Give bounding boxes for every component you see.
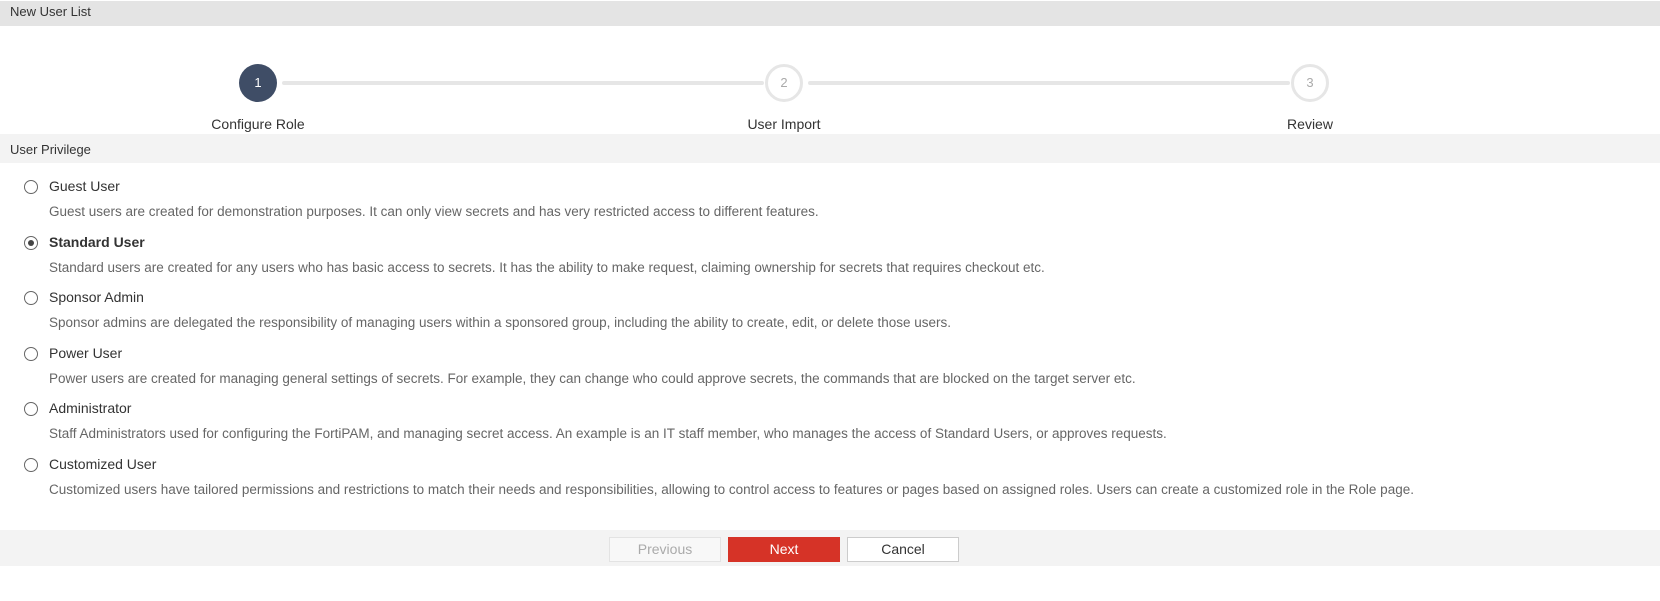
option-description: Customized users have tailored permissio… [49, 482, 1414, 497]
radio-button[interactable] [24, 458, 38, 472]
step-3-circle: 3 [1291, 64, 1329, 102]
option-label[interactable]: Standard User [49, 234, 145, 250]
next-button[interactable]: Next [728, 537, 840, 562]
radio-button[interactable] [24, 180, 38, 194]
step-2-label: User Import [747, 116, 821, 132]
step-connector [808, 81, 1290, 85]
radio-button[interactable] [24, 347, 38, 361]
option-description: Sponsor admins are delegated the respons… [49, 315, 952, 330]
option-description: Power users are created for managing gen… [49, 371, 1136, 386]
previous-button[interactable]: Previous [609, 537, 721, 562]
step-1-circle: 1 [239, 64, 277, 102]
option-label[interactable]: Power User [49, 345, 122, 361]
step-connector [282, 81, 764, 85]
page-title: New User List [0, 1, 1660, 26]
radio-button[interactable] [24, 402, 38, 416]
radio-button[interactable] [24, 236, 38, 250]
section-header: User Privilege [0, 134, 1660, 163]
step-2-circle: 2 [765, 64, 803, 102]
option-description: Standard users are created for any users… [49, 260, 1045, 275]
option-description: Staff Administrators used for configurin… [49, 426, 1167, 441]
option-label[interactable]: Guest User [49, 178, 120, 194]
wizard-steps: 1 2 3 Configure Role User Import Review [0, 26, 1660, 134]
radio-button[interactable] [24, 291, 38, 305]
option-description: Guest users are created for demonstratio… [49, 204, 819, 219]
cancel-button[interactable]: Cancel [847, 537, 959, 562]
step-3-label: Review [1287, 116, 1333, 132]
option-label[interactable]: Administrator [49, 400, 131, 416]
step-1-label: Configure Role [211, 116, 305, 132]
option-label[interactable]: Customized User [49, 456, 156, 472]
footer-bar: Previous Next Cancel [0, 530, 1660, 566]
option-label[interactable]: Sponsor Admin [49, 289, 144, 305]
